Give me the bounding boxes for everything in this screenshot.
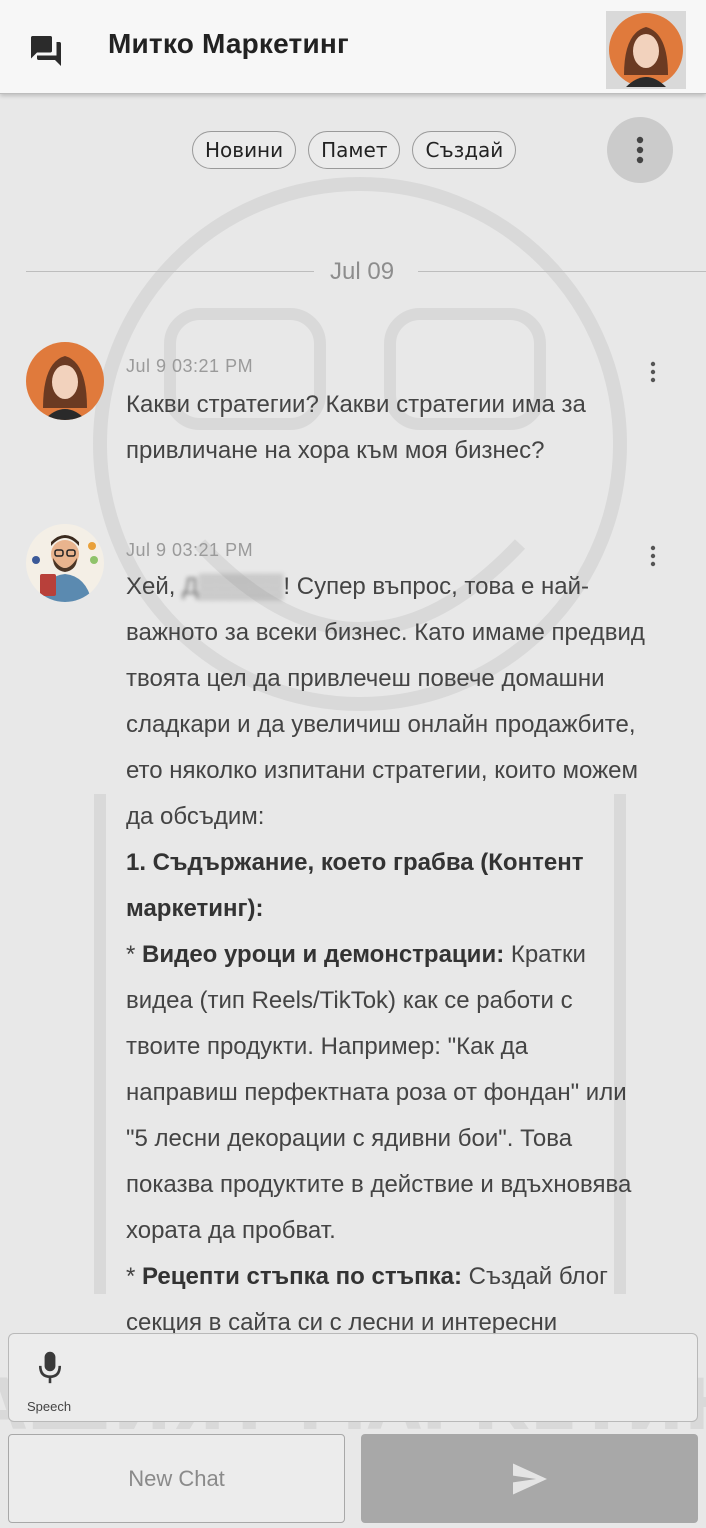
bullet-text: Кратки <box>504 941 586 968</box>
bullet-text: Създай блог <box>461 1263 608 1290</box>
message-timestamp: Jul 9 03:21 PM <box>126 356 254 376</box>
message-timestamp: Jul 9 03:21 PM <box>126 540 254 560</box>
more-vertical-icon <box>636 136 644 164</box>
send-icon <box>512 1463 547 1494</box>
microphone-icon[interactable] <box>37 1350 63 1386</box>
message-line: привличане на хора към моя бизнес? <box>126 437 545 464</box>
message-line: да обсъдим: <box>126 803 265 830</box>
more-options-button[interactable] <box>607 117 673 183</box>
date-separator: Jul 09 <box>26 256 706 288</box>
profile-avatar[interactable] <box>606 11 686 89</box>
section-heading: маркетинг): <box>126 886 686 932</box>
chip-create[interactable]: Създай <box>412 131 517 169</box>
redacted-name: Д▒▒▒▒▒ <box>182 573 284 600</box>
section-heading-text: 1. Съдържание, което грабва (Контент <box>126 849 584 876</box>
message-line: важното за всеки бизнес. Като имаме пред… <box>126 619 645 646</box>
quick-chips: Новини Памет Създай <box>192 131 517 169</box>
message-line: Хей, Д▒▒▒▒▒! Супер въпрос, това е най- <box>126 564 686 610</box>
message-line: хората да пробват. <box>126 1217 336 1244</box>
message-menu-icon[interactable] <box>644 360 662 384</box>
greeting-prefix: Хей, <box>126 573 183 600</box>
chat-icon[interactable] <box>28 30 64 66</box>
chip-news[interactable]: Новини <box>192 131 297 169</box>
divider <box>26 271 314 272</box>
message-line: сладкари и да увеличиш онлайн продажбите… <box>126 711 636 738</box>
new-chat-button[interactable]: New Chat <box>8 1434 345 1523</box>
divider <box>418 271 706 272</box>
bullet-line: * Рецепти стъпка по стъпка: Създай блог <box>126 1263 608 1290</box>
message-line: "5 лесни декорации с ядивни бои". Това <box>126 1125 573 1152</box>
message-text: Какви стратегии? Какви стратегии има за … <box>126 382 686 474</box>
send-button[interactable] <box>361 1434 698 1523</box>
bullet-title: Рецепти стъпка по стъпка: <box>142 1263 462 1290</box>
bullet-line: * Видео уроци и демонстрации: Кратки <box>126 941 586 968</box>
message-line: твоите продукти. Например: "Как да <box>126 1033 528 1060</box>
message-line: ето няколко изпитани стратегии, които мо… <box>126 757 639 784</box>
message-text: Хей, Д▒▒▒▒▒! Супер въпрос, това е най- в… <box>126 564 686 1346</box>
app-header: Митко Маркетинг <box>0 0 706 94</box>
user-avatar <box>26 342 104 420</box>
section-heading-text: маркетинг): <box>126 895 264 922</box>
message-line: Какви стратегии? Какви стратегии има за <box>126 391 586 418</box>
assistant-avatar <box>26 524 104 602</box>
date-label: Jul 09 <box>330 258 395 285</box>
bullet-title: Видео уроци и демонстрации: <box>142 941 505 968</box>
redacted-initial: Д <box>182 573 199 600</box>
message-line: твоята цел да привлечеш повече домашни <box>126 665 605 692</box>
page-title: Митко Маркетинг <box>108 28 349 59</box>
message-line: показва продуктите в действие и вдъхновя… <box>126 1171 632 1198</box>
speech-label: Speech <box>27 1399 72 1414</box>
message-line: направиш перфектната роза от фондан" или <box>126 1079 627 1106</box>
message-input[interactable]: Speech <box>8 1333 698 1422</box>
message-line: видеа (тип Reels/TikTok) как се работи с <box>126 987 573 1014</box>
greeting-suffix: ! Супер въпрос, това е най- <box>283 573 589 600</box>
section-heading: 1. Съдържание, което грабва (Контент <box>126 840 686 886</box>
chip-memory[interactable]: Памет <box>308 131 401 169</box>
